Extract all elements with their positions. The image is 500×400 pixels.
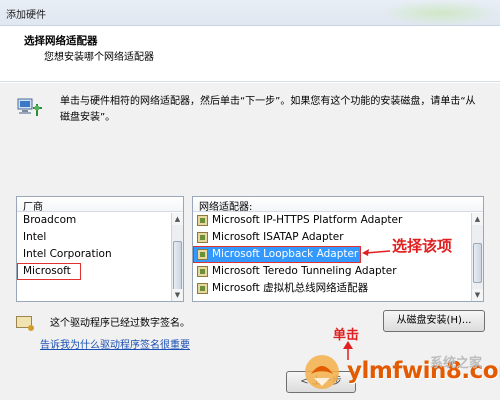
network-computer-icon xyxy=(17,98,42,116)
list-item[interactable]: Intel Corporation xyxy=(17,246,167,263)
scroll-down-icon[interactable]: ▼ xyxy=(472,289,483,301)
scroll-up-icon[interactable]: ▲ xyxy=(472,213,483,225)
adapter-label: Microsoft ISATAP Adapter xyxy=(212,231,344,243)
adapter-icon xyxy=(197,232,208,243)
adapter-label: Microsoft 虚拟机总线网络适配器 xyxy=(212,282,369,294)
manufacturer-list[interactable]: 厂商 Broadcom Intel Intel Corporation Micr… xyxy=(16,196,184,302)
intro-text: 单击与硬件相符的网络适配器，然后单击“下一步”。如果您有这个功能的安装磁盘，请单… xyxy=(60,96,476,123)
scroll-thumb[interactable] xyxy=(473,243,482,283)
page-subtitle: 您想安装哪个网络适配器 xyxy=(44,52,154,63)
window-titlebar[interactable]: 添加硬件 xyxy=(0,0,500,26)
adapter-label: Microsoft Teredo Tunneling Adapter xyxy=(212,265,397,277)
annotation-select: 选择该项 xyxy=(392,237,453,255)
watermark-logo-icon xyxy=(305,355,339,389)
scroll-down-icon[interactable]: ▼ xyxy=(172,289,183,301)
have-disk-button[interactable]: 从磁盘安装(H)... xyxy=(383,310,485,332)
adapter-icon xyxy=(197,215,208,226)
list-item-selected[interactable]: Microsoft Loopback Adapter xyxy=(193,246,361,263)
watermark-faint-text: 系统之家 xyxy=(430,356,483,371)
titlebar-glow xyxy=(380,0,500,26)
manufacturer-header: 厂商 xyxy=(17,197,183,213)
adapter-header: 网络适配器: xyxy=(193,197,483,213)
annotation-arrow-icon xyxy=(362,249,391,256)
signed-notice: 这个驱动程序已经过数字签名。 xyxy=(16,314,190,331)
scroll-up-icon[interactable]: ▲ xyxy=(172,213,183,225)
list-item-selected[interactable]: Microsoft xyxy=(17,263,81,280)
adapter-icon xyxy=(197,249,208,260)
adapter-icon xyxy=(197,283,208,294)
signing-info-link[interactable]: 告诉我为什么驱动程序签名很重要 xyxy=(40,336,190,351)
list-item[interactable]: Microsoft IP-HTTPS Platform Adapter xyxy=(193,212,465,229)
wizard-header: 选择网络适配器 您想安装哪个网络适配器 xyxy=(0,26,500,82)
adapter-icon xyxy=(197,266,208,277)
manufacturer-scrollbar[interactable]: ▲ ▼ xyxy=(171,213,183,301)
adapter-label: Microsoft Loopback Adapter xyxy=(212,248,359,260)
window-title: 添加硬件 xyxy=(6,10,46,21)
certificate-icon xyxy=(16,315,34,331)
scroll-thumb[interactable] xyxy=(173,241,182,291)
list-item[interactable]: Broadcom xyxy=(17,212,167,229)
adapter-scrollbar[interactable]: ▲ ▼ xyxy=(471,213,483,301)
list-item[interactable]: Intel xyxy=(17,229,167,246)
list-item[interactable]: Microsoft 虚拟机总线网络适配器 xyxy=(193,280,465,297)
adapter-label: Microsoft IP-HTTPS Platform Adapter xyxy=(212,214,403,226)
signed-text: 这个驱动程序已经过数字签名。 xyxy=(50,318,190,329)
list-item[interactable]: Microsoft Teredo Tunneling Adapter xyxy=(193,263,465,280)
page-title: 选择网络适配器 xyxy=(24,35,98,47)
